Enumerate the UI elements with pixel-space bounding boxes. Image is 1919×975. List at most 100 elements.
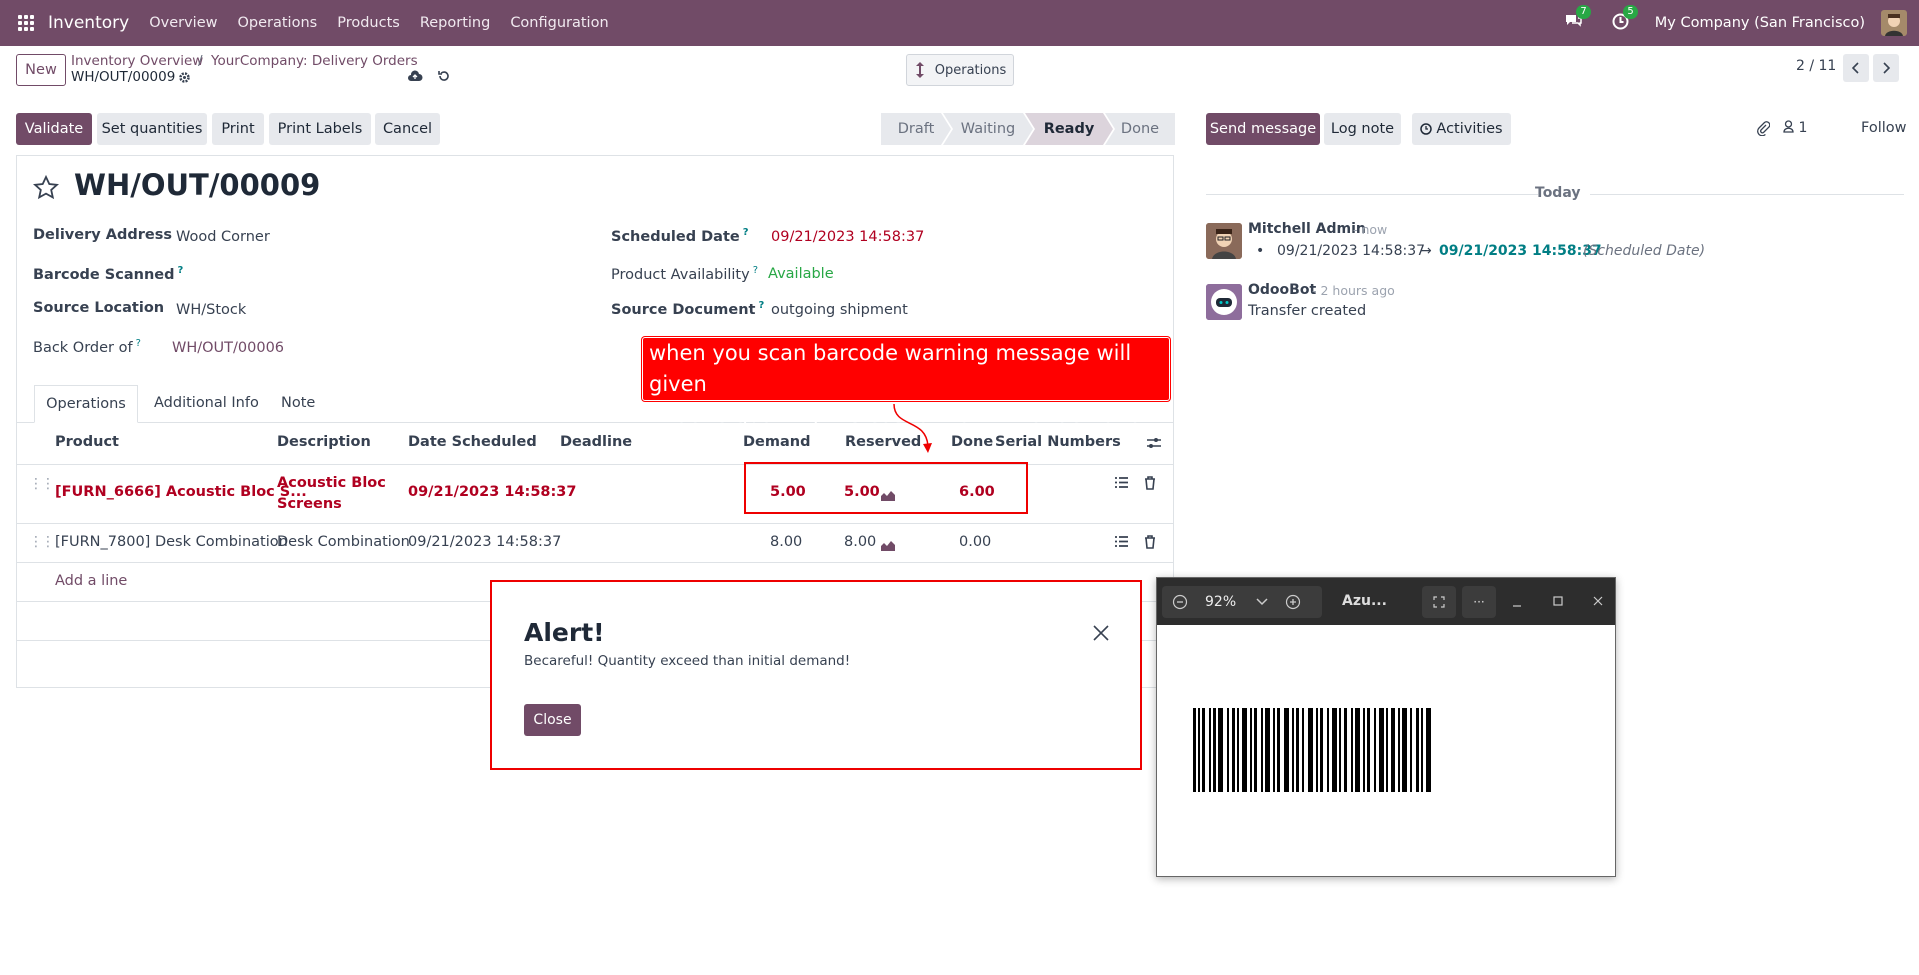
details-list-icon[interactable] bbox=[1114, 476, 1129, 489]
message-author[interactable]: OdooBot bbox=[1248, 282, 1316, 298]
row-done[interactable]: 0.00 bbox=[959, 534, 991, 550]
drag-handle-icon[interactable]: ⋮⋮ bbox=[29, 476, 55, 492]
print-button[interactable]: Print bbox=[212, 113, 264, 145]
activities-button-chatter[interactable]: Activities bbox=[1412, 113, 1511, 145]
source-document-value[interactable]: outgoing shipment bbox=[771, 302, 908, 318]
trash-icon[interactable] bbox=[1144, 476, 1156, 490]
apps-menu-icon[interactable] bbox=[18, 15, 34, 31]
app-name[interactable]: Inventory bbox=[48, 13, 129, 33]
tab-additional-info[interactable]: Additional Info bbox=[154, 395, 259, 411]
user-avatar[interactable] bbox=[1881, 10, 1907, 36]
barcode-bar bbox=[1237, 708, 1239, 792]
fullscreen-button[interactable] bbox=[1422, 586, 1456, 618]
pager-value[interactable]: 2 / 11 bbox=[1796, 58, 1836, 74]
forecast-chart-icon[interactable] bbox=[880, 488, 896, 502]
zoom-out-icon[interactable] bbox=[1172, 594, 1188, 610]
source-location-value[interactable]: WH/Stock bbox=[176, 302, 246, 318]
col-deadline[interactable]: Deadline bbox=[560, 434, 632, 450]
details-list-icon[interactable] bbox=[1114, 535, 1129, 548]
tab-operations[interactable]: Operations bbox=[34, 385, 138, 423]
followers-button[interactable]: 1 bbox=[1783, 120, 1807, 136]
top-navbar: Inventory Overview Operations Products R… bbox=[0, 0, 1919, 46]
log-note-button[interactable]: Log note bbox=[1324, 113, 1401, 145]
send-message-button[interactable]: Send message bbox=[1206, 113, 1320, 145]
status-done[interactable]: Done bbox=[1105, 113, 1175, 145]
more-options-button[interactable]: ··· bbox=[1462, 586, 1496, 618]
more-icon: ··· bbox=[1473, 595, 1485, 609]
window-close-icon[interactable] bbox=[1593, 596, 1603, 606]
status-draft[interactable]: Draft bbox=[881, 113, 951, 145]
zoom-level[interactable]: 92% bbox=[1205, 594, 1236, 610]
pager-next-button[interactable] bbox=[1873, 54, 1899, 82]
status-ready[interactable]: Ready bbox=[1025, 113, 1113, 145]
up-down-arrow-icon bbox=[915, 62, 924, 78]
messages-button[interactable]: 7 bbox=[1564, 5, 1591, 33]
add-line-link[interactable]: Add a line bbox=[55, 573, 127, 589]
drag-handle-icon[interactable]: ⋮⋮ bbox=[29, 534, 55, 550]
activities-button[interactable]: 5 bbox=[1612, 4, 1638, 34]
close-icon[interactable] bbox=[1092, 624, 1110, 642]
col-product[interactable]: Product bbox=[55, 434, 119, 450]
user-icon bbox=[1783, 120, 1794, 133]
new-button[interactable]: New bbox=[16, 54, 66, 86]
row-done[interactable]: 6.00 bbox=[959, 484, 995, 500]
row-demand[interactable]: 8.00 bbox=[770, 534, 802, 550]
barcode-bar bbox=[1232, 708, 1235, 792]
barcode-bar bbox=[1218, 708, 1223, 792]
message-author[interactable]: Mitchell Admin bbox=[1248, 221, 1366, 237]
save-cloud-icon[interactable] bbox=[407, 69, 423, 83]
menu-operations[interactable]: Operations bbox=[237, 15, 317, 31]
row-demand[interactable]: 5.00 bbox=[770, 484, 806, 500]
menu-products[interactable]: Products bbox=[337, 15, 400, 31]
col-done[interactable]: Done bbox=[951, 434, 993, 450]
gear-icon[interactable] bbox=[178, 71, 191, 84]
cancel-button[interactable]: Cancel bbox=[375, 113, 440, 145]
chevron-down-icon[interactable] bbox=[1256, 598, 1268, 606]
row-date-scheduled: 09/21/2023 14:58:37 bbox=[408, 534, 562, 550]
column-settings-icon[interactable] bbox=[1146, 436, 1162, 450]
discard-icon[interactable] bbox=[437, 69, 451, 83]
row-description[interactable]: Acoustic Bloc Screens bbox=[277, 473, 387, 515]
col-date-scheduled[interactable]: Date Scheduled bbox=[408, 434, 537, 450]
menu-reporting[interactable]: Reporting bbox=[420, 15, 491, 31]
col-serial-numbers[interactable]: Serial Numbers bbox=[995, 434, 1121, 450]
close-button[interactable]: Close bbox=[524, 704, 581, 736]
tab-note[interactable]: Note bbox=[281, 395, 315, 411]
print-labels-button[interactable]: Print Labels bbox=[269, 113, 371, 145]
row-product[interactable]: [FURN_6666] Acoustic Bloc S... bbox=[55, 484, 307, 500]
dialog-body: Becareful! Quantity exceed than initial … bbox=[524, 653, 851, 669]
follow-button[interactable]: Follow bbox=[1861, 120, 1906, 136]
set-quantities-button[interactable]: Set quantities bbox=[97, 113, 207, 145]
trash-icon[interactable] bbox=[1144, 535, 1156, 549]
avatar bbox=[1206, 284, 1242, 320]
help-icon: ? bbox=[177, 265, 184, 276]
minimize-icon[interactable] bbox=[1512, 598, 1522, 608]
message-time: - 2 hours ago bbox=[1312, 283, 1395, 298]
col-demand[interactable]: Demand bbox=[743, 434, 810, 450]
delivery-address-value[interactable]: Wood Corner bbox=[176, 229, 270, 245]
menu-configuration[interactable]: Configuration bbox=[510, 15, 608, 31]
star-icon[interactable] bbox=[33, 175, 59, 200]
menu-overview[interactable]: Overview bbox=[149, 15, 217, 31]
paperclip-icon[interactable] bbox=[1756, 120, 1770, 136]
operations-smart-button[interactable]: Operations bbox=[906, 54, 1014, 86]
product-availability-label: Product Availability? bbox=[611, 265, 759, 283]
row-description[interactable]: Desk Combination bbox=[277, 534, 410, 550]
barcode-bar bbox=[1332, 708, 1337, 792]
barcode-bar bbox=[1308, 708, 1313, 792]
breadcrumb-inventory-overview[interactable]: Inventory Overview bbox=[71, 53, 203, 69]
status-waiting[interactable]: Waiting bbox=[943, 113, 1033, 145]
forecast-chart-icon[interactable] bbox=[880, 538, 896, 552]
back-order-value[interactable]: WH/OUT/00006 bbox=[172, 340, 284, 356]
breadcrumb-delivery-orders[interactable]: YourCompany: Delivery Orders bbox=[211, 53, 418, 69]
col-description[interactable]: Description bbox=[277, 434, 371, 450]
row-product[interactable]: [FURN_7800] Desk Combination bbox=[55, 534, 288, 550]
company-switcher[interactable]: My Company (San Francisco) bbox=[1655, 15, 1865, 31]
help-icon: ? bbox=[752, 265, 759, 276]
scheduled-date-value[interactable]: 09/21/2023 14:58:37 bbox=[771, 229, 924, 245]
zoom-in-icon[interactable] bbox=[1285, 594, 1301, 610]
maximize-icon[interactable] bbox=[1553, 596, 1563, 606]
validate-button[interactable]: Validate bbox=[16, 113, 92, 145]
pager-previous-button[interactable] bbox=[1843, 54, 1869, 82]
message-time: - now bbox=[1353, 222, 1388, 237]
